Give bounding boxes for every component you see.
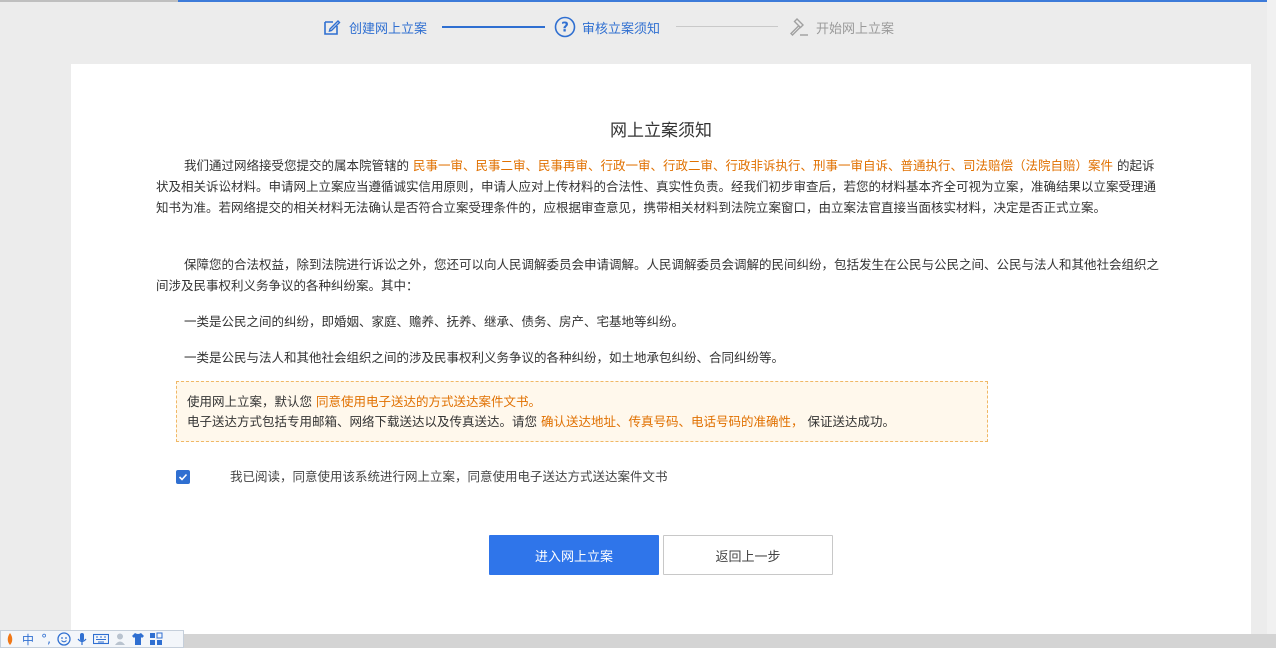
agree-checkbox[interactable]: [176, 470, 190, 484]
vertical-scrollbar[interactable]: [1267, 0, 1276, 634]
step-connector-inactive: [676, 26, 778, 27]
notice-line-1-highlight: 同意使用电子送达的方式送达案件文书。: [316, 394, 542, 409]
edit-icon: [321, 16, 343, 38]
ime-toolbar: 中 °,: [0, 630, 184, 648]
page-title: 网上立案须知: [610, 121, 712, 141]
dispute-type-citizens: 一类是公民之间的纠纷，即婚姻、家庭、赡养、抚养、继承、债务、房产、宅基地等纠纷。: [184, 314, 685, 329]
step-start-label: 开始网上立案: [816, 21, 895, 37]
agreement-row: 我已阅读，同意使用该系统进行网上立案，同意使用电子送达方式送达案件文书: [176, 467, 668, 487]
notice-line-1-prefix: 使用网上立案，默认您: [187, 394, 313, 409]
back-button[interactable]: 返回上一步: [663, 535, 833, 575]
intro-prefix: 我们通过网络接受您提交的属本院管辖的: [184, 158, 410, 173]
dispute-type-organizations: 一类是公民与法人和其他社会组织之间的涉及民事权利义务争议的各种纠纷，如土地承包纠…: [184, 350, 785, 365]
notice-card: 网上立案须知 我们通过网络接受您提交的属本院管辖的 民事一审、民事二审、民事再审…: [71, 64, 1251, 648]
step-create: 创建网上立案: [321, 14, 427, 40]
svg-text:?: ?: [561, 21, 569, 36]
top-border: [0, 0, 1276, 2]
step-review-label: 审核立案须知: [582, 21, 661, 37]
notice-line-2-suffix: 保证送达成功。: [807, 414, 896, 429]
keyboard-icon[interactable]: [93, 631, 109, 647]
service-notice-box: 使用网上立案，默认您 同意使用电子送达的方式送达案件文书。 电子送达方式包括专用…: [176, 381, 988, 442]
check-icon: [178, 473, 188, 481]
emoji-icon[interactable]: [57, 631, 71, 647]
step-progress: 创建网上立案 ? 审核立案须知 开始网上立案: [0, 14, 1276, 40]
ime-punctuation-toggle[interactable]: °,: [39, 631, 53, 647]
notice-line-2-prefix: 电子送达方式包括专用邮箱、网络下载送达以及传真送达。请您: [187, 414, 538, 429]
step-review: ? 审核立案须知: [554, 14, 660, 40]
intro-paragraph: 我们通过网络接受您提交的属本院管辖的 民事一审、民事二审、民事再审、行政一审、行…: [156, 155, 1166, 218]
agree-label[interactable]: 我已阅读，同意使用该系统进行网上立案，同意使用电子送达方式送达案件文书: [230, 467, 668, 487]
ime-logo-icon[interactable]: [3, 631, 17, 647]
gavel-icon: [788, 16, 810, 38]
enter-online-filing-button[interactable]: 进入网上立案: [489, 535, 659, 575]
top-tab-indicator: [0, 0, 178, 2]
step-start: 开始网上立案: [788, 14, 894, 40]
ime-mode-toggle[interactable]: 中: [21, 631, 35, 647]
user-icon[interactable]: [113, 631, 127, 647]
mediation-paragraph: 保障您的合法权益，除到法院进行诉讼之外，您还可以向人民调解委员会申请调解。人民调…: [156, 257, 1160, 293]
step-connector-active: [442, 26, 545, 28]
notice-line-1: 使用网上立案，默认您 同意使用电子送达的方式送达案件文书。: [187, 392, 977, 412]
horizontal-scrollbar[interactable]: [184, 634, 1276, 648]
skin-icon[interactable]: [131, 631, 145, 647]
microphone-icon[interactable]: [75, 631, 89, 647]
toolbox-icon[interactable]: [149, 631, 163, 647]
notice-line-2-highlight: 确认送达地址、传真号码、电话号码的准确性，: [541, 414, 804, 429]
question-circle-icon: ?: [554, 16, 576, 38]
notice-line-2: 电子送达方式包括专用邮箱、网络下载送达以及传真送达。请您 确认送达地址、传真号码…: [187, 412, 977, 432]
case-types-highlight: 民事一审、民事二审、民事再审、行政一审、行政二审、行政非诉执行、刑事一审自诉、普…: [413, 158, 1114, 173]
step-create-label: 创建网上立案: [349, 21, 428, 37]
